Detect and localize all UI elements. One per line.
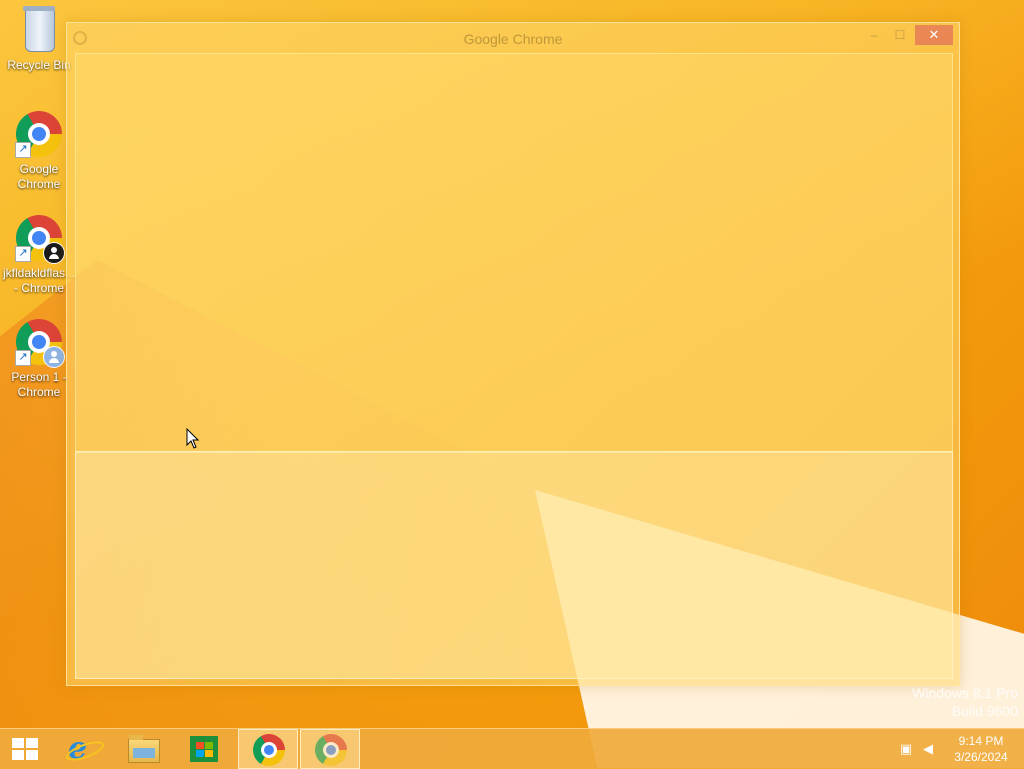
- recycle-bin-icon: [15, 6, 63, 54]
- network-icon[interactable]: ▣: [898, 741, 914, 757]
- taskbar-chrome-2[interactable]: [300, 729, 360, 769]
- chrome-icon: [253, 734, 285, 766]
- profile-badge-icon: [43, 346, 65, 368]
- windows-logo-icon: [12, 738, 38, 760]
- store-icon: [190, 736, 218, 762]
- watermark-build: Build 9600: [951, 703, 1018, 719]
- chrome-icon: ↗: [15, 110, 63, 158]
- os-watermark: Windows 8.1 Pro Build 9600: [912, 684, 1018, 720]
- chrome-window[interactable]: Google Chrome – ☐ ✕: [66, 22, 960, 686]
- taskbar-chrome-1[interactable]: [238, 729, 298, 769]
- start-button[interactable]: [0, 729, 50, 769]
- minimize-button[interactable]: –: [861, 25, 887, 45]
- taskbar-file-explorer[interactable]: [112, 729, 172, 769]
- system-clock[interactable]: 9:14 PM 3/26/2024: [946, 733, 1016, 765]
- window-content-lower[interactable]: [75, 451, 953, 679]
- volume-muted-icon[interactable]: ◀: [920, 741, 936, 757]
- window-titlebar[interactable]: Google Chrome – ☐ ✕: [67, 23, 959, 53]
- close-button[interactable]: ✕: [915, 25, 953, 45]
- taskbar-store[interactable]: [174, 729, 234, 769]
- chrome-icon: ↗: [15, 318, 65, 368]
- watermark-edition: Windows 8.1 Pro: [912, 685, 1018, 701]
- window-content[interactable]: [75, 53, 953, 453]
- shortcut-arrow-icon: ↗: [15, 142, 31, 158]
- clock-time: 9:14 PM: [958, 734, 1004, 748]
- chrome-icon: ↗: [15, 214, 65, 264]
- shortcut-arrow-icon: ↗: [15, 246, 31, 262]
- window-title: Google Chrome: [463, 31, 563, 47]
- chrome-icon: [315, 734, 347, 766]
- taskbar: e ▣ ◀ 9:14 PM 3/26/2024: [0, 728, 1024, 769]
- ie-icon: e: [68, 734, 98, 764]
- shortcut-arrow-icon: ↗: [15, 350, 31, 366]
- profile-badge-icon: [43, 242, 65, 264]
- folder-icon: [128, 735, 160, 763]
- taskbar-internet-explorer[interactable]: e: [52, 729, 112, 769]
- clock-date: 3/26/2024: [954, 750, 1008, 764]
- maximize-button[interactable]: ☐: [887, 25, 913, 45]
